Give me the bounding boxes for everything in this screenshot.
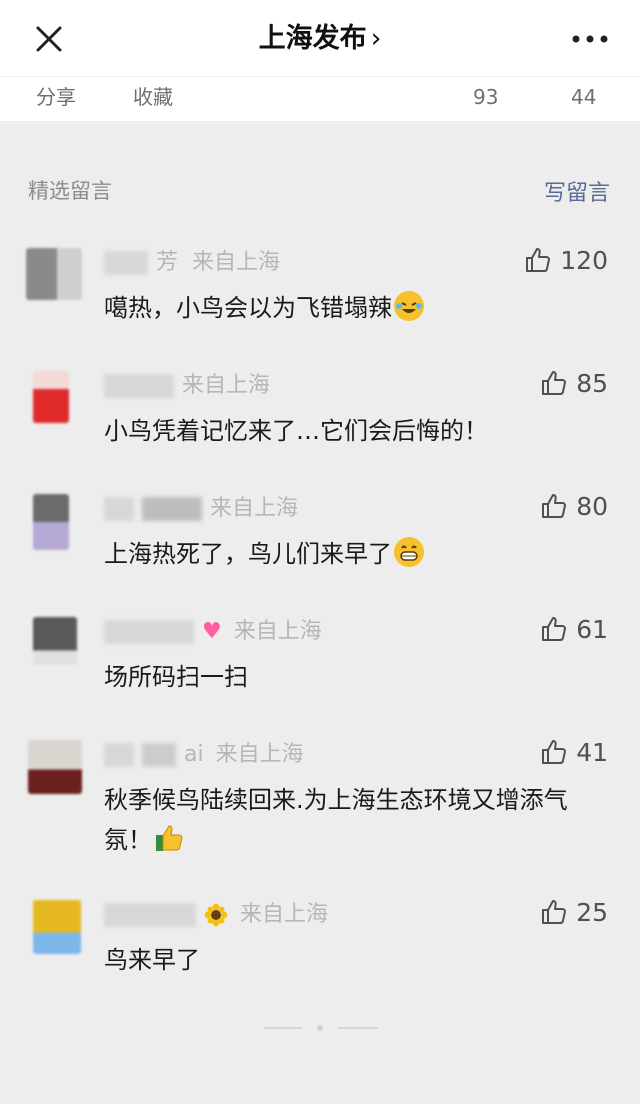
share-button[interactable]: 分享: [36, 83, 76, 111]
thumbs-up-emoji: [154, 823, 184, 853]
comment-author: 来自上海: [104, 900, 328, 930]
like-count: 25: [576, 897, 608, 927]
location-label: 来自上海: [182, 373, 271, 398]
thumbs-up-icon: [542, 740, 567, 764]
comment-text: 小鸟凭着记忆来了…它们会后悔的！: [104, 411, 609, 451]
write-comment-button[interactable]: 写留言: [544, 175, 610, 207]
like-count: 41: [576, 737, 608, 767]
avatar[interactable]: [33, 371, 69, 423]
comment-text-content: 鸟来早了: [104, 946, 200, 974]
grinning-emoji: [394, 537, 424, 567]
thumbs-up-icon: [542, 900, 567, 924]
comment-author: 芳来自上海: [104, 248, 280, 278]
comment-text-content: 噶热，小鸟会以为飞错塌辣: [104, 294, 392, 322]
comments-section-title: 精选留言: [28, 179, 112, 203]
comment-text: 场所码扫一扫: [104, 657, 609, 697]
page-title[interactable]: 上海发布 ›: [0, 20, 640, 58]
heart-emoji: ♥: [202, 619, 222, 644]
chevron-right-icon: ›: [370, 23, 382, 54]
avatar[interactable]: [33, 494, 69, 550]
count-b[interactable]: 44: [571, 83, 596, 111]
comment-text: 鸟来早了: [104, 940, 609, 980]
like-button[interactable]: 85: [540, 365, 608, 401]
thumbs-up-icon: [542, 494, 567, 518]
thumbs-up-icon: [542, 617, 567, 641]
comment-text-content: 场所码扫一扫: [104, 663, 248, 691]
like-button[interactable]: 80: [540, 488, 608, 524]
like-button[interactable]: 41: [540, 734, 608, 770]
avatar[interactable]: [28, 740, 82, 794]
end-of-list-indicator: [262, 1020, 380, 1034]
comment-author: 来自上海: [104, 371, 270, 401]
like-count: 85: [576, 368, 608, 398]
thumbs-up-icon: [526, 248, 551, 272]
author-name-fragment: ai: [184, 742, 204, 767]
comment-text: 噶热，小鸟会以为飞错塌辣: [104, 288, 609, 328]
like-count: 120: [560, 245, 608, 275]
sunflower-emoji: [204, 903, 228, 927]
comment-author: 来自上海: [104, 494, 298, 524]
location-label: 来自上海: [210, 496, 299, 521]
location-label: 来自上海: [192, 250, 281, 275]
location-label: 来自上海: [240, 902, 329, 927]
location-label: 来自上海: [233, 619, 322, 644]
avatar[interactable]: [33, 900, 81, 954]
laughing-tears-emoji: [394, 291, 424, 321]
more-icon[interactable]: [570, 22, 610, 56]
avatar[interactable]: [33, 617, 77, 665]
favorite-button[interactable]: 收藏: [133, 83, 173, 111]
comment-text: 秋季候鸟陆续回来.为上海生态环境又增添气氛！: [104, 780, 609, 860]
comment-text-content: 上海热死了，鸟儿们来早了: [104, 540, 392, 568]
article-action-bar: 分享 收藏 93 44: [0, 76, 640, 121]
location-label: 来自上海: [215, 742, 304, 767]
count-a[interactable]: 93: [473, 83, 498, 111]
account-name[interactable]: 上海发布: [259, 23, 367, 54]
comment-author: ♥ 来自上海: [104, 617, 322, 647]
like-count: 80: [576, 491, 608, 521]
like-button[interactable]: 25: [540, 894, 608, 930]
top-bar: 上海发布 ›: [0, 0, 640, 76]
like-button[interactable]: 120: [524, 242, 608, 278]
comment-text-content: 小鸟凭着记忆来了…它们会后悔的！: [104, 417, 488, 445]
like-button[interactable]: 61: [540, 611, 608, 647]
like-count: 61: [576, 614, 608, 644]
thumbs-up-icon: [542, 371, 567, 395]
avatar[interactable]: [26, 248, 82, 300]
author-name-fragment: 芳: [156, 250, 179, 275]
comment-text: 上海热死了，鸟儿们来早了: [104, 534, 609, 574]
comment-author: ai 来自上海: [104, 740, 304, 770]
